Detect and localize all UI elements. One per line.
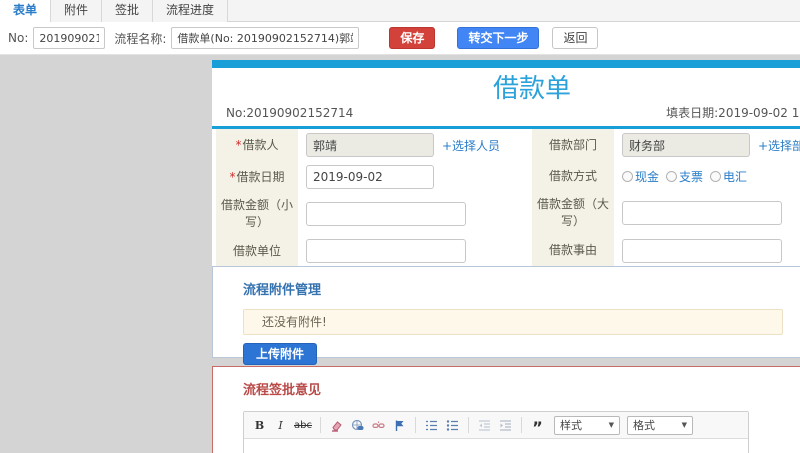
borrower-label: *借款人 [216, 129, 298, 161]
toolbar-divider [520, 417, 522, 433]
unordered-list-icon [446, 419, 458, 431]
approval-section: 流程签批意见 B I abc ” 样式 ▼ 格式 ▼ [212, 366, 800, 453]
style-dropdown[interactable]: 样式 ▼ [553, 415, 620, 435]
loan-reason-input[interactable] [622, 238, 782, 263]
save-button[interactable]: 保存 [389, 27, 436, 49]
form-no-text: No:20190902152714 [226, 106, 354, 120]
required-asterisk: * [229, 169, 236, 184]
loan-form-card: 借款单 No:20190902152714 填表日期:2019-09-02 15… [212, 60, 800, 272]
bullet-list-icon[interactable] [443, 416, 462, 435]
editor-content-area[interactable] [244, 439, 748, 453]
loan-method-label: 借款方式 [532, 161, 614, 192]
indent-icon[interactable] [496, 416, 515, 435]
rich-text-editor: B I abc ” 样式 ▼ 格式 ▼ [243, 411, 749, 453]
chevron-down-icon: ▼ [608, 421, 614, 429]
radio-check[interactable]: 支票 [666, 168, 703, 185]
blockquote-icon[interactable]: ” [528, 416, 547, 436]
loan-method-radio-group: 现金 支票 电汇 [622, 168, 747, 185]
decrease-indent-icon [478, 419, 490, 431]
editor-toolbar: B I abc ” 样式 ▼ 格式 ▼ [244, 412, 748, 439]
flag-icon [395, 420, 404, 431]
anchor-flag-icon[interactable] [390, 416, 409, 435]
toolbar-divider [414, 417, 416, 433]
tab-bar: 表单 附件 签批 流程进度 [0, 0, 800, 22]
required-asterisk: * [235, 137, 242, 152]
bold-icon[interactable]: B [250, 416, 269, 435]
link-icon[interactable] [348, 416, 367, 435]
eraser-icon [331, 420, 342, 432]
form-title: 借款单 [492, 74, 571, 104]
toolbar: No: 流程名称: 保存 转交下一步 返回 [0, 22, 800, 55]
loan-date-input[interactable] [306, 165, 434, 189]
radio-icon [622, 171, 633, 183]
form-top-bar [212, 60, 800, 68]
tab-form[interactable]: 表单 [0, 0, 52, 22]
back-button[interactable]: 返回 [552, 27, 599, 49]
strikethrough-icon[interactable]: abc [292, 416, 314, 435]
increase-indent-icon [499, 419, 511, 431]
form-fill-date-text: 填表日期:2019-09-02 15:27:1 [666, 106, 800, 120]
toolbar-divider [319, 417, 321, 433]
attachment-section: 流程附件管理 还没有附件! 上传附件 [212, 266, 800, 365]
flow-name-label: 流程名称: [114, 31, 167, 46]
tab-attachment[interactable]: 附件 [51, 0, 103, 22]
unlink-icon[interactable] [369, 416, 388, 435]
italic-icon[interactable]: I [271, 416, 290, 435]
loan-date-label: *借款日期 [216, 161, 298, 193]
radio-cash[interactable]: 现金 [622, 168, 659, 185]
ordered-list-icon [425, 420, 437, 430]
radio-icon [710, 171, 722, 183]
no-attachment-alert: 还没有附件! [243, 309, 783, 335]
upload-attachment-button[interactable]: 上传附件 [243, 343, 318, 365]
select-person-link[interactable]: +选择人员 [442, 137, 500, 154]
format-dropdown[interactable]: 格式 ▼ [626, 415, 693, 435]
form-fields: *借款人 +选择人员 *借款日期 借款金额（小写） 借款单位 借款部 [212, 129, 800, 267]
department-label: 借款部门 [532, 129, 614, 162]
amount-big-input[interactable] [622, 201, 782, 226]
no-input[interactable] [33, 27, 106, 49]
tab-approval[interactable]: 签批 [102, 0, 154, 22]
attachment-heading: 流程附件管理 [243, 283, 322, 298]
numbered-list-icon[interactable] [422, 416, 441, 435]
amount-big-label: 借款金额（大写） [532, 192, 614, 235]
radio-icon [666, 171, 678, 183]
amount-small-label: 借款金额（小写） [216, 193, 298, 235]
toolbar-divider [467, 417, 469, 433]
flow-name-input[interactable] [171, 27, 360, 49]
tab-process-progress[interactable]: 流程进度 [153, 0, 229, 22]
loan-reason-label: 借款事由 [532, 234, 614, 267]
radio-wire-transfer[interactable]: 电汇 [710, 168, 747, 185]
loan-unit-label: 借款单位 [216, 235, 298, 267]
remove-format-icon[interactable] [327, 416, 346, 435]
select-department-link[interactable]: +选择部门 [758, 137, 800, 154]
outdent-icon[interactable] [475, 416, 494, 435]
forward-next-step-button[interactable]: 转交下一步 [457, 27, 540, 49]
chevron-down-icon: ▼ [681, 421, 687, 429]
loan-unit-input[interactable] [306, 239, 466, 263]
department-input[interactable] [622, 133, 750, 158]
amount-small-input[interactable] [306, 202, 466, 226]
chain-globe-icon [351, 419, 364, 430]
no-label: No: [8, 31, 29, 45]
approval-heading: 流程签批意见 [243, 383, 322, 398]
borrower-input[interactable] [306, 133, 434, 157]
broken-chain-icon [372, 421, 385, 428]
